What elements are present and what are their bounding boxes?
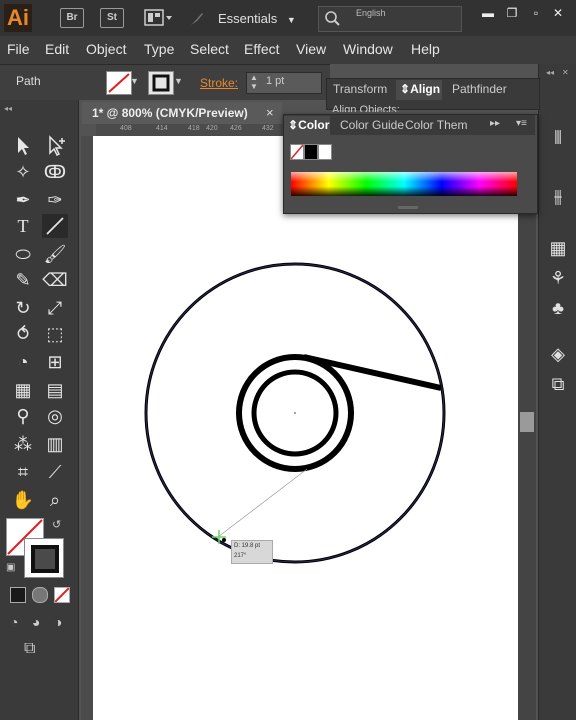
brushes-panel-icon[interactable]: ⚘ <box>545 266 571 290</box>
symbols-panel-icon[interactable]: ♣ <box>545 296 571 320</box>
tab-transform[interactable]: Transform <box>333 82 387 96</box>
expand-panel-icon[interactable]: ▸▸ <box>490 118 500 129</box>
center-point <box>294 412 296 414</box>
tab-color[interactable]: ⇕Color <box>288 118 329 132</box>
artboards-panel-icon[interactable]: ⧉ <box>545 372 571 396</box>
tab-align-label: Align <box>410 82 441 96</box>
tab-align[interactable]: ⇕Align <box>400 82 440 96</box>
none-color-swatch[interactable] <box>290 144 304 160</box>
anchor-point <box>222 538 226 542</box>
panel-menu-icon[interactable]: ▾≡ <box>516 118 527 129</box>
white-swatch[interactable] <box>318 144 332 160</box>
measure-tooltip: D: 19.8 pt 217° <box>231 540 273 564</box>
tab-color-guide[interactable]: Color Guide <box>340 118 404 132</box>
tab-pathfinder[interactable]: Pathfinder <box>452 82 507 96</box>
panel-resize-grip[interactable] <box>398 206 418 209</box>
tab-color-label: Color <box>298 118 330 132</box>
swatches-panel-icon[interactable]: ▦ <box>545 236 571 260</box>
scrollbar-thumb[interactable] <box>520 412 534 432</box>
tab-color-themes[interactable]: Color Them <box>405 118 467 132</box>
color-spectrum-shade <box>291 172 517 196</box>
black-swatch[interactable] <box>304 144 318 160</box>
close-dock-icon[interactable]: ✕ <box>562 68 569 77</box>
none-swatch-icon <box>290 144 304 160</box>
align-objects-label: Align Objects: <box>332 104 400 112</box>
collapse-dock-icon[interactable]: ◂◂ <box>546 68 554 77</box>
measure-distance: D: 19.8 pt <box>234 543 261 549</box>
layers-panel-icon[interactable]: ◈ <box>545 342 571 366</box>
distribute-panel-icon[interactable]: ⫵ <box>545 184 571 208</box>
measure-angle: 217° <box>234 553 247 559</box>
align-panel-icon[interactable]: ⫴ <box>545 126 571 150</box>
measure-guide-line <box>217 468 308 538</box>
